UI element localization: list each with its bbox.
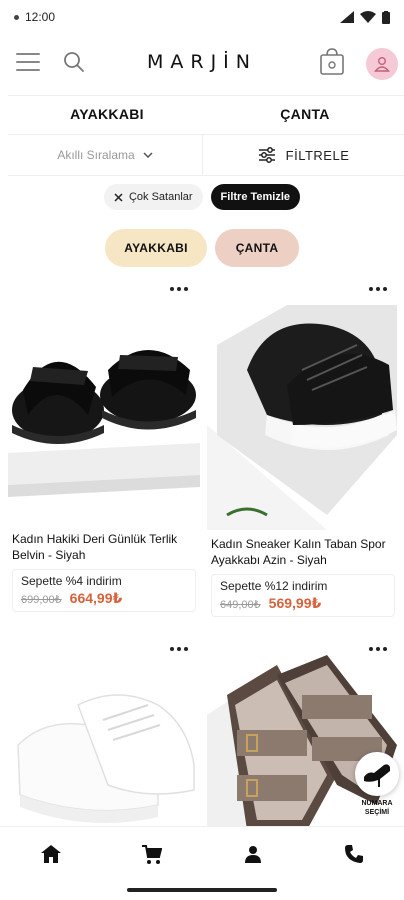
category-tabs: AYAKKABI ÇANTA [8,95,404,133]
discount-text: Sepette %4 indirim [21,574,122,588]
user-icon [244,846,261,863]
product-card[interactable]: Kadın Sneaker Kalın Taban Spor Ayakkabı … [207,275,399,617]
high-heel-icon [364,764,390,787]
phone-icon [344,845,363,863]
nav-account[interactable] [202,827,303,886]
tab-ayakkabi[interactable]: AYAKKABI [8,96,206,133]
close-icon[interactable] [114,192,123,202]
nav-cart[interactable] [101,827,202,886]
wifi-icon [360,11,376,23]
product-title[interactable]: Kadın Hakiki Deri Günlük Terlik Belvin -… [8,531,200,563]
status-time: 12:00 [25,10,56,24]
sliders-icon [258,147,275,163]
more-options-icon[interactable] [170,287,188,291]
sort-dropdown[interactable]: Akıllı Sıralama [8,135,203,175]
size-selection-label-1: NUMARA [361,800,393,807]
signal-icon [340,11,354,23]
more-options-icon[interactable] [369,647,387,651]
sandal-image [8,350,200,497]
old-price: 699,00₺ [21,594,62,606]
product-card[interactable]: Kadın Hakiki Deri Günlük Terlik Belvin -… [8,275,200,612]
active-filter-chip[interactable]: Çok Satanlar [103,184,203,210]
product-image[interactable] [207,275,399,530]
size-selection-label-2: SEÇİMİ [364,809,390,816]
bottom-navigation [0,826,404,886]
pill-canta[interactable]: ÇANTA [215,229,299,267]
price-box: Sepette %4 indirim 699,00₺ 664,99₺ [12,569,196,612]
sort-label: Akıllı Sıralama [57,148,135,162]
size-selection-button[interactable]: NUMARA SEÇİMİ [352,752,402,817]
product-grid: Kadın Hakiki Deri Günlük Terlik Belvin -… [0,275,404,835]
old-price: 649,00₺ [220,599,261,611]
more-options-icon[interactable] [170,647,188,651]
nav-home[interactable] [0,827,101,886]
active-filters: Çok Satanlar Filtre Temizle [0,184,404,212]
status-bar: 12:00 [0,0,404,34]
product-image[interactable] [8,275,200,525]
new-price: 664,99₺ [69,590,123,606]
filter-button[interactable]: FİLTRELE [203,135,404,175]
active-filter-label: Çok Satanlar [128,191,193,203]
home-icon [40,845,61,863]
white-sneaker-image [17,694,195,824]
quick-category-pills: AYAKKABI ÇANTA [0,229,404,267]
filter-label: FİLTRELE [285,147,350,163]
account-avatar[interactable] [366,48,398,80]
sneaker-image [207,305,397,530]
pill-ayakkabi[interactable]: AYAKKABI [105,229,207,267]
cart-icon [141,845,162,864]
user-icon [374,57,390,72]
nav-phone[interactable] [303,827,404,886]
shopping-bag-icon[interactable] [319,48,345,76]
notification-dot-icon [14,14,19,20]
price-box: Sepette %12 indirim 649,00₺ 569,99₺ [211,574,395,617]
battery-icon [382,10,390,24]
more-options-icon[interactable] [369,287,387,291]
home-indicator [127,888,277,892]
discount-text: Sepette %12 indirim [220,579,328,593]
sort-filter-bar: Akıllı Sıralama FİLTRELE [8,134,404,176]
product-image[interactable] [8,635,200,835]
new-price: 569,99₺ [268,595,322,611]
chevron-down-icon [143,152,153,158]
app-header: MARJİN [0,36,404,90]
tab-canta[interactable]: ÇANTA [206,96,404,133]
product-card[interactable] [8,635,200,835]
product-title[interactable]: Kadın Sneaker Kalın Taban Spor Ayakkabı … [207,536,399,568]
clear-filters-button[interactable]: Filtre Temizle [210,184,301,210]
